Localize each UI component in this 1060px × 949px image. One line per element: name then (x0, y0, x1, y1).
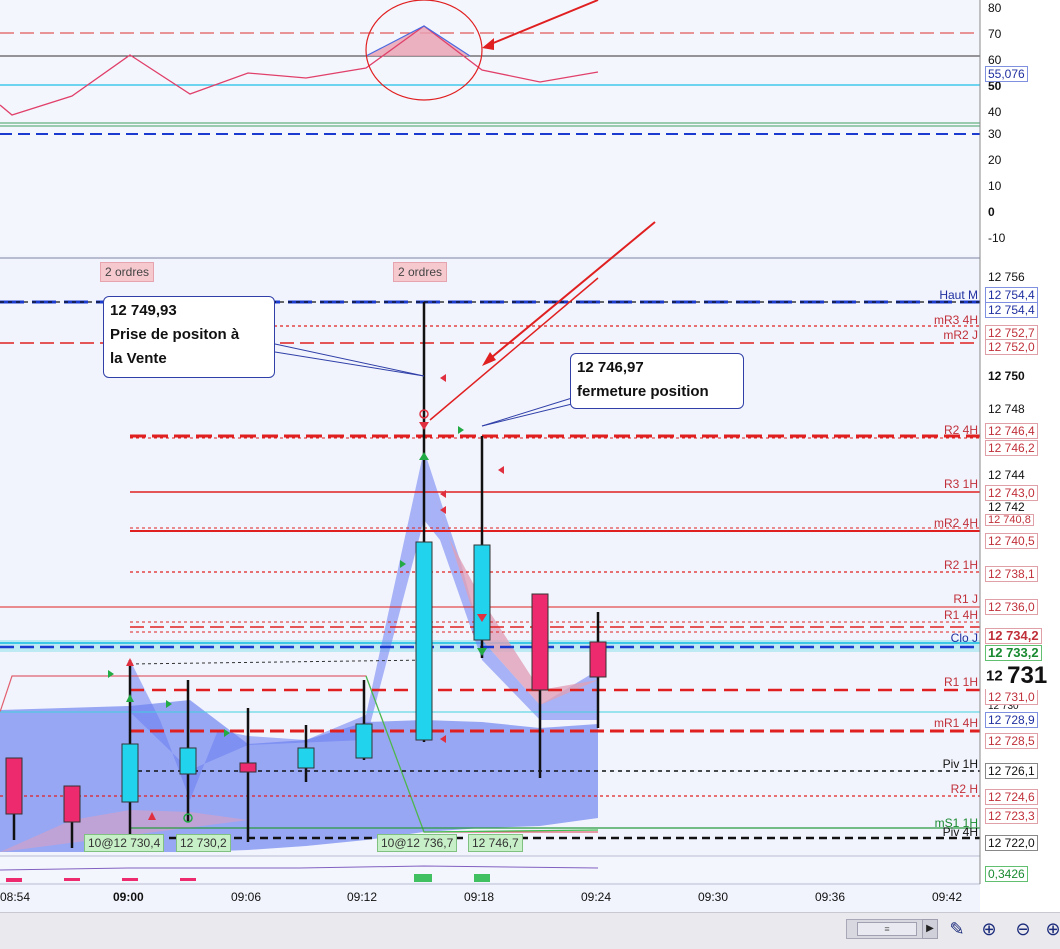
zoom-out-icon[interactable]: ⊖ (1010, 917, 1036, 943)
time-label: 09:00 (113, 890, 144, 904)
price-label: 12 754,4 (985, 302, 1038, 318)
oscillator-panel (0, 0, 980, 255)
time-label: 08:54 (0, 890, 31, 904)
osc-tick: 60 (988, 53, 1002, 67)
zoom-in-icon[interactable]: ⊕ (1040, 917, 1060, 943)
line-label: mR3 4H (933, 313, 978, 327)
callout-close-line1: fermeture position (577, 383, 709, 400)
line-label: R2 H (950, 782, 978, 796)
time-label: 09:24 (581, 890, 612, 904)
zoom-fit-icon[interactable]: ⊕ (976, 917, 1002, 943)
osc-current-value: 55,076 (985, 66, 1028, 82)
price-label: 12 752,0 (985, 339, 1038, 355)
line-label: R1 4H (943, 608, 978, 622)
line-label: Piv 1H (942, 757, 978, 771)
time-label: 09:12 (347, 890, 378, 904)
trade-tag[interactable]: 10@12 730,4 (84, 834, 165, 852)
line-label: Piv 4H (942, 825, 978, 839)
price-label: 12 736,0 (985, 599, 1038, 615)
price-label: 12 740,8 (985, 514, 1034, 526)
osc-tick: 80 (988, 1, 1002, 15)
line-label: R1 1H (943, 675, 978, 689)
scroll-right-arrow[interactable]: ▶ (922, 919, 938, 939)
line-label: R3 1H (943, 477, 978, 491)
candle-bear (63, 785, 81, 823)
candle-bear (589, 641, 607, 678)
current-price-prefix: 12 (986, 667, 1003, 685)
price-label: 12 733,2 (985, 645, 1042, 661)
volume-value: 0,3426 (985, 866, 1028, 882)
price-label: 12 734,2 (985, 628, 1042, 644)
candle-bull (415, 541, 433, 741)
osc-tick: 10 (988, 179, 1002, 193)
price-tick: 12 748 (988, 402, 1025, 416)
price-label: 12 724,6 (985, 789, 1038, 805)
price-label: 12 728,5 (985, 733, 1038, 749)
line-label: R2 4H (943, 423, 978, 437)
price-label: 12 728,9 (985, 712, 1038, 728)
time-label: 09:06 (231, 890, 262, 904)
line-label: mR1 4H (933, 716, 978, 730)
osc-tick: 0 (988, 205, 995, 219)
price-tick: 12 756 (988, 270, 1025, 284)
line-label: Clo J (950, 631, 978, 645)
price-label: 12 726,1 (985, 763, 1038, 779)
callout-sell-line2: la Vente (110, 350, 167, 367)
order-badge[interactable]: 2 ordres (393, 262, 448, 282)
price-label: 12 738,1 (985, 566, 1038, 582)
time-label: 09:18 (464, 890, 495, 904)
price-label: 12 722,0 (985, 835, 1038, 851)
order-badge[interactable]: 2 ordres (100, 262, 155, 282)
candle-bull (473, 544, 491, 641)
price-tick: 12 744 (988, 468, 1025, 482)
current-price-big: 731 (1007, 662, 1048, 689)
scrollbar-thumb[interactable]: ≡ (857, 922, 917, 936)
price-label: 12 740,5 (985, 533, 1038, 549)
time-label: 09:30 (698, 890, 729, 904)
callout-sell[interactable]: 12 749,93 Prise de positon à la Vente (103, 296, 275, 378)
osc-tick: 30 (988, 127, 1002, 141)
price-label: 12 754,4 (985, 287, 1038, 303)
price-label: 12 731,0 (985, 689, 1038, 705)
line-label: R2 1H (943, 558, 978, 572)
trading-chart[interactable] (0, 0, 1060, 948)
time-label: 09:42 (932, 890, 963, 904)
draw-tool-icon[interactable]: ✎ (944, 917, 970, 943)
osc-tick: -10 (988, 231, 1006, 245)
current-price: 12 731 (986, 662, 1048, 690)
trade-tag[interactable]: 12 730,2 (176, 834, 231, 852)
candle-bull (355, 723, 373, 759)
callout-sell-price: 12 749,93 (110, 302, 177, 319)
candle-bear (5, 757, 23, 815)
line-label: R1 J (953, 592, 978, 606)
osc-tick: 20 (988, 153, 1002, 167)
candle-bear (239, 762, 257, 773)
candle-bull (297, 747, 315, 769)
line-label: mR2 4H (933, 516, 978, 530)
price-tick: 12 742 (988, 500, 1025, 514)
time-label: 09:36 (815, 890, 846, 904)
line-label: mR2 J (943, 328, 978, 342)
price-label: 12 746,2 (985, 440, 1038, 456)
price-label: 12 723,3 (985, 808, 1038, 824)
candle-bull (121, 743, 139, 803)
callout-close[interactable]: 12 746,97 fermeture position (570, 353, 744, 409)
trade-tag[interactable]: 12 746,7 (468, 834, 523, 852)
price-label: 12 746,4 (985, 423, 1038, 439)
price-label: 12 743,0 (985, 485, 1038, 501)
candle-bear (531, 593, 549, 691)
osc-tick: 70 (988, 27, 1002, 41)
osc-tick: 40 (988, 105, 1002, 119)
callout-sell-line1: Prise de positon à (110, 326, 240, 343)
line-label: Haut M (939, 288, 978, 302)
price-tick: 12 750 (988, 369, 1025, 383)
bottom-toolbar: ≡ ▶ ✎ ⊕ ⊖ ⊕ (0, 912, 1060, 949)
trade-tag[interactable]: 10@12 736,7 (377, 834, 458, 852)
callout-close-price: 12 746,97 (577, 359, 644, 376)
candle-bull (179, 747, 197, 775)
